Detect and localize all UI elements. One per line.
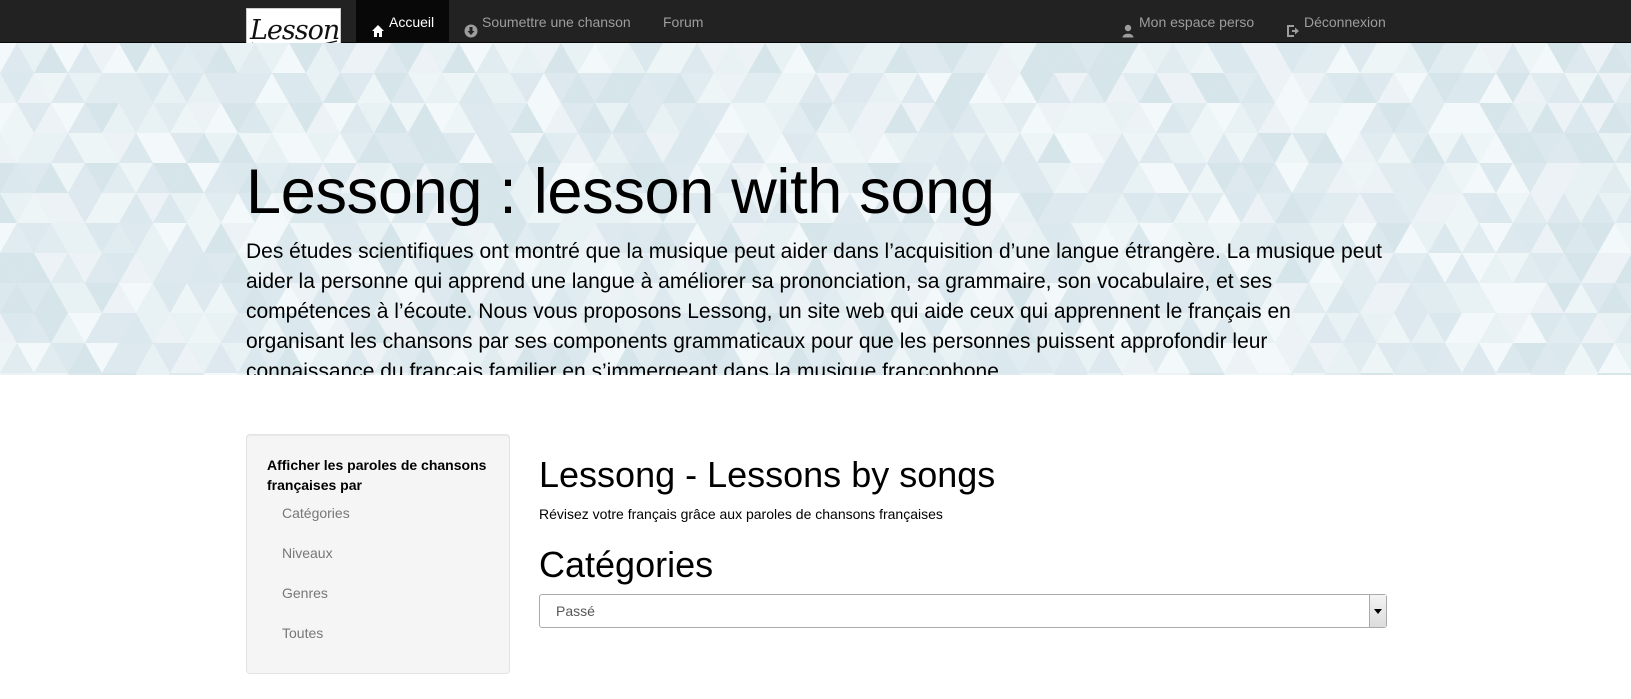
user-icon <box>1121 15 1135 37</box>
nav-submit-label: Soumettre une chanson <box>482 13 631 30</box>
sidebar-panel: Afficher les paroles de chansons françai… <box>246 434 510 674</box>
hero-description: Des études scientifiques ont montré que … <box>246 240 1382 375</box>
nav-forum-label: Forum <box>663 13 704 30</box>
nav-forum[interactable]: Forum <box>648 0 718 43</box>
nav-home[interactable]: Accueil <box>356 0 449 43</box>
nav-profile-label: Mon espace perso <box>1139 13 1255 30</box>
nav-logout-label: Déconnexion <box>1304 13 1386 30</box>
svg-text:Lessong: Lessong <box>249 15 341 46</box>
home-icon <box>371 15 385 37</box>
sidebar-link-all[interactable]: Toutes <box>282 625 323 641</box>
hero-banner: Lessong : lesson with song Des études sc… <box>0 43 1631 375</box>
sidebar-link-categories[interactable]: Catégories <box>282 505 350 521</box>
page-subtitle: Révisez votre français grâce aux paroles… <box>539 506 943 522</box>
circle-arrow-down-icon <box>464 15 478 37</box>
top-navbar: Lessong Accueil Soumettre une chanson Fo… <box>0 0 1631 51</box>
page-title: Lessong - Lessons by songs <box>539 454 996 495</box>
sidebar-heading: Afficher les paroles de chansons françai… <box>267 457 487 493</box>
sidebar-link-genres[interactable]: Genres <box>282 585 328 601</box>
category-select-value: Passé <box>556 603 595 619</box>
nav-home-label: Accueil <box>389 13 435 30</box>
nav-submit-song[interactable]: Soumettre une chanson <box>449 0 646 43</box>
nav-logout[interactable]: Déconnexion <box>1271 0 1401 43</box>
category-select[interactable]: Passé <box>539 594 1387 628</box>
hero-title: Lessong : lesson with song <box>246 157 995 227</box>
categories-heading: Catégories <box>539 544 714 585</box>
nav-profile[interactable]: Mon espace perso <box>1106 0 1269 43</box>
logout-icon <box>1286 15 1300 37</box>
sidebar-link-levels[interactable]: Niveaux <box>282 545 333 561</box>
dropdown-arrow-icon[interactable] <box>1369 595 1386 627</box>
